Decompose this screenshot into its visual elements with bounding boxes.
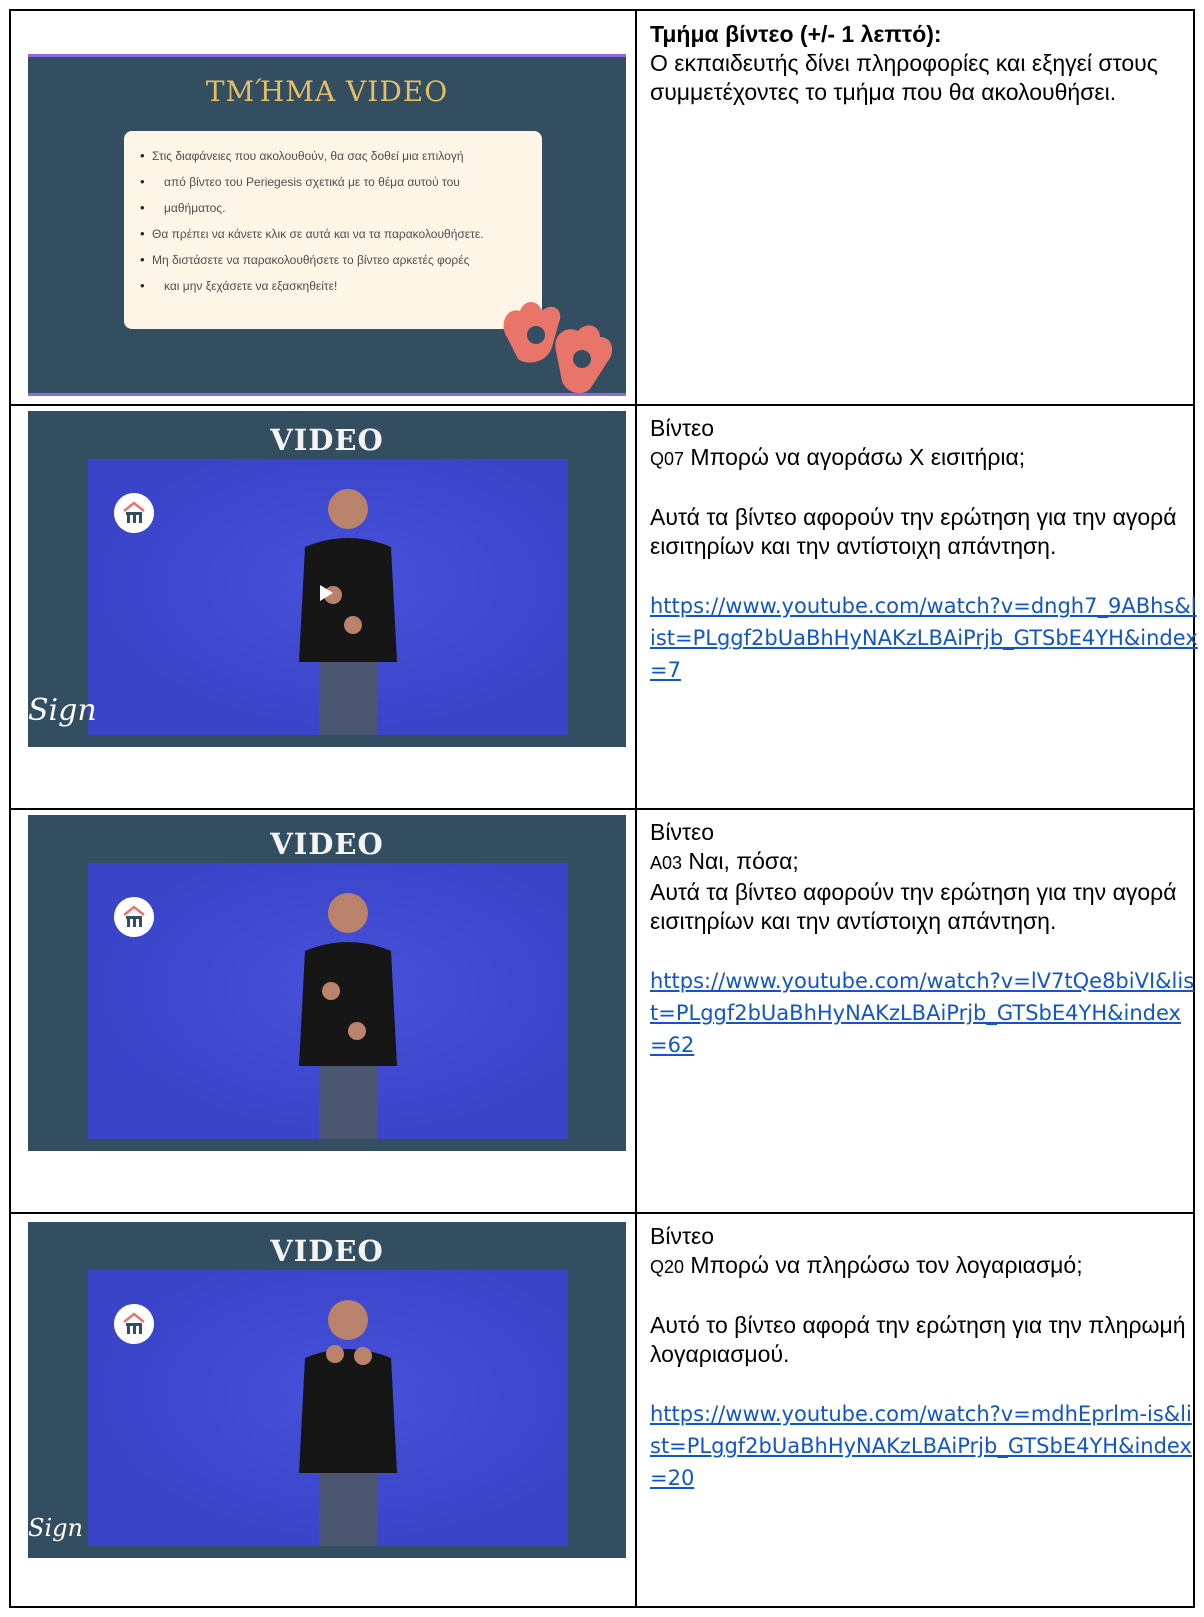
video-label: Βίντεο — [650, 1223, 715, 1249]
periegesis-logo-icon — [114, 493, 154, 533]
section-body: Ο εκπαιδευτής δίνει πληροφορίες και εξηγ… — [650, 50, 1158, 105]
video-description: Αυτά τα βίντεο αφορούν την ερώτηση για τ… — [650, 879, 1177, 934]
video-label: Βίντεο — [650, 415, 715, 441]
signer-figure — [299, 489, 397, 735]
corner-script-text: Sign — [28, 693, 97, 728]
periegesis-logo-icon — [114, 897, 154, 937]
video-thumbnail[interactable] — [88, 459, 568, 735]
bullet: Μη διστάσετε να παρακολουθήσετε το βίντε… — [140, 247, 532, 273]
intro-slide: ΤΜΉΜΑ VIDEO Στις διαφάνειες που ακολουθο… — [28, 54, 626, 396]
slide-title: VIDEO — [270, 423, 384, 457]
video-label: Βίντεο — [650, 819, 715, 845]
corner-script-text: Sign — [28, 1514, 83, 1542]
signer-figure — [299, 1300, 397, 1546]
video-thumbnail[interactable] — [88, 863, 568, 1139]
video-question: A03 Ναι, πόσα; — [650, 848, 799, 874]
sign-language-hands-icon — [503, 302, 613, 393]
video-thumbnail[interactable] — [88, 1270, 568, 1546]
bullet-continued: από βίντεο του Periegesis σχετικά με το … — [140, 169, 532, 195]
bullet-continued: μαθήματος. — [140, 195, 532, 221]
video-description: Αυτά τα βίντεο αφορούν την ερώτηση για τ… — [650, 504, 1177, 559]
slide-title: VIDEO — [270, 827, 384, 861]
video-code: A03 — [650, 853, 683, 873]
video-info-cell: Βίντεο A03 Ναι, πόσα; Αυτά τα βίντεο αφο… — [650, 818, 1198, 1061]
video-code: Q07 — [650, 449, 685, 469]
instructions-cell: Τμήμα βίντεο (+/- 1 λεπτό): Ο εκπαιδευτή… — [650, 20, 1198, 107]
signer-figure — [299, 893, 397, 1139]
periegesis-logo-icon — [114, 1304, 154, 1344]
youtube-link[interactable]: https://www.youtube.com/watch?v=mdhEprlm… — [650, 1402, 1192, 1490]
slide-title: VIDEO — [270, 1234, 384, 1268]
bullet-continued: και μην ξεχάσετε να εξασκηθείτε! — [140, 273, 532, 299]
slide-note: Στις διαφάνειες που ακολουθούν, θα σας δ… — [124, 131, 542, 329]
section-heading: Τμήμα βίντεο (+/- 1 λεπτό): — [650, 21, 942, 47]
youtube-link[interactable]: https://www.youtube.com/watch?v=dngh7_9A… — [650, 594, 1198, 682]
video-question: Q20 Μπορώ να πληρώσω τον λογαριασμό; — [650, 1252, 1083, 1278]
video-code: Q20 — [650, 1257, 685, 1277]
slide-title: ΤΜΉΜΑ VIDEO — [205, 75, 449, 108]
row-divider — [9, 808, 1195, 810]
bullet: Θα πρέπει να κάνετε κλικ σε αυτά και να … — [140, 221, 532, 247]
video-slide: VIDEO Sign — [28, 1222, 626, 1558]
video-info-cell: Βίντεο Q20 Μπορώ να πληρώσω τον λογαριασ… — [650, 1222, 1198, 1494]
video-description: Αυτό το βίντεο αφορά την ερώτηση για την… — [650, 1312, 1186, 1367]
video-info-cell: Βίντεο Q07 Μπορώ να αγοράσω Χ εισιτήρια;… — [650, 414, 1198, 686]
bullet: Στις διαφάνειες που ακολουθούν, θα σας δ… — [140, 143, 532, 169]
video-slide: VIDEO Sign — [28, 411, 626, 747]
play-icon[interactable] — [320, 585, 333, 601]
row-divider — [9, 1212, 1195, 1214]
row-divider — [9, 404, 1195, 406]
video-question: Q07 Μπορώ να αγοράσω Χ εισιτήρια; — [650, 444, 1026, 470]
youtube-link[interactable]: https://www.youtube.com/watch?v=lV7tQe8b… — [650, 969, 1194, 1057]
video-slide: VIDEO — [28, 815, 626, 1151]
